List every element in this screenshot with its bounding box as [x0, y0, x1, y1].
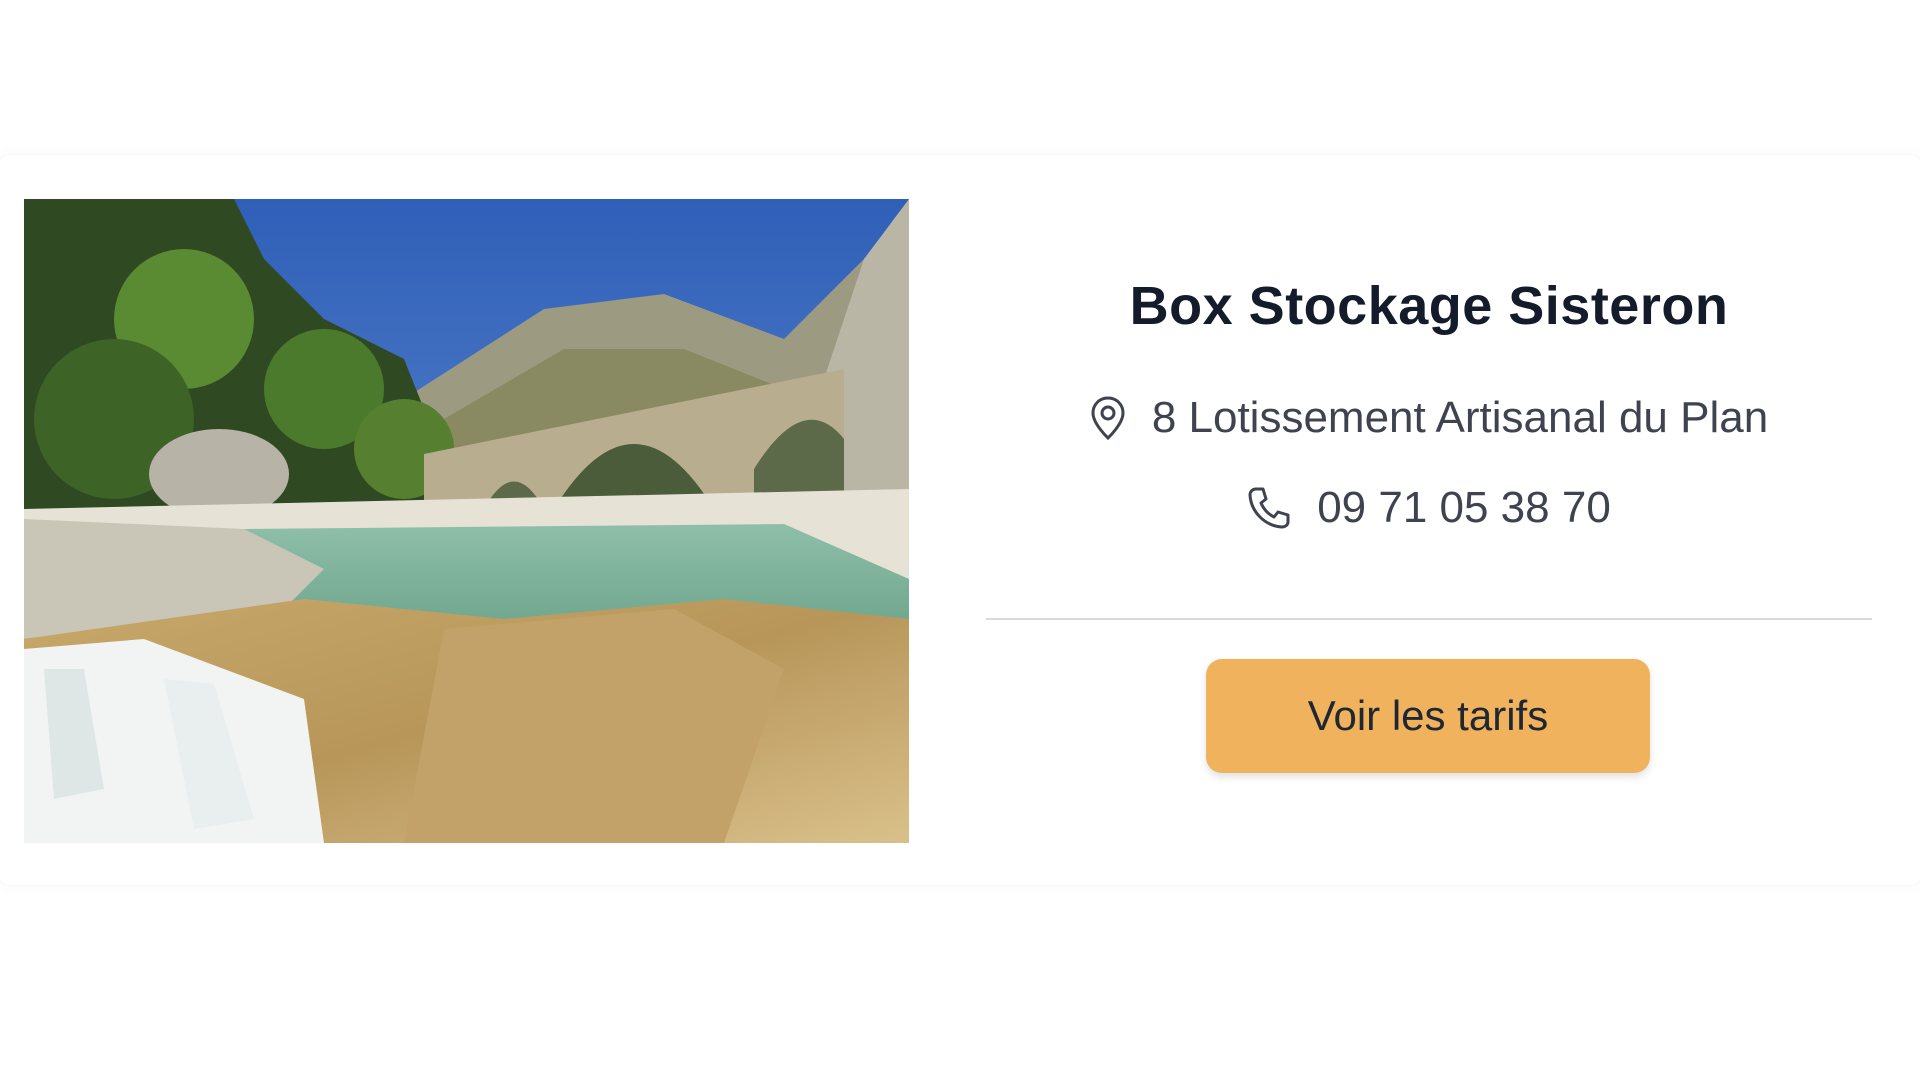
divider — [986, 618, 1872, 620]
address-row: 8 Lotissement Artisanal du Plan — [986, 393, 1872, 443]
phone-row[interactable]: 09 71 05 38 70 — [986, 483, 1872, 533]
map-pin-icon — [1090, 396, 1126, 440]
phone-icon — [1247, 486, 1291, 530]
listing-photo — [24, 199, 909, 843]
listing-info: Box Stockage Sisteron 8 Lotissement Arti… — [986, 155, 1872, 885]
view-prices-button[interactable]: Voir les tarifs — [1206, 659, 1650, 773]
phone-number[interactable]: 09 71 05 38 70 — [1317, 483, 1611, 533]
listing-title: Box Stockage Sisteron — [1129, 276, 1729, 336]
storage-listing-card: Box Stockage Sisteron 8 Lotissement Arti… — [0, 155, 1920, 885]
address-text: 8 Lotissement Artisanal du Plan — [1151, 393, 1769, 442]
